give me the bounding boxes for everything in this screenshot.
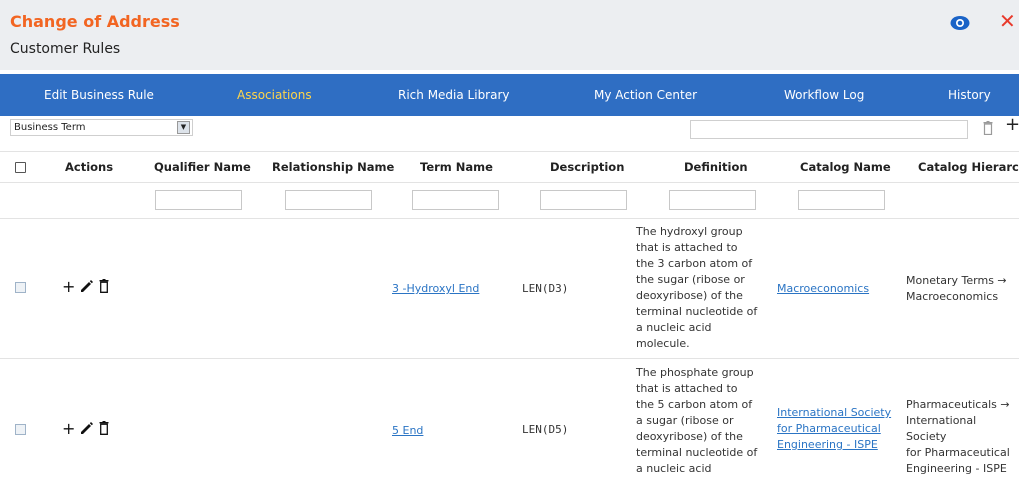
plus-icon[interactable]: + (62, 279, 75, 295)
qualifier-name-filter[interactable] (155, 190, 242, 210)
pencil-icon[interactable] (80, 280, 93, 293)
column-header-catalog-hierarchy[interactable]: Catalog Hierarchy (918, 160, 1019, 174)
tab-workflow-log[interactable]: Workflow Log (784, 74, 864, 116)
chevron-down-icon[interactable]: ▼ (177, 121, 190, 134)
tab-my-action-center[interactable]: My Action Center (594, 74, 697, 116)
trash-icon[interactable] (99, 279, 109, 293)
definition-value: The phosphate group that is attached to … (636, 366, 758, 475)
column-header-term-name[interactable]: Term Name (420, 160, 493, 174)
search-input[interactable] (690, 120, 968, 139)
catalog-name-filter[interactable] (798, 190, 885, 210)
catalog-name-link[interactable]: Macroeconomics (777, 281, 869, 297)
close-icon[interactable]: ✕ (999, 11, 1016, 31)
page-title: Change of Address (10, 12, 180, 31)
column-header-actions: Actions (65, 160, 114, 174)
add-association-button[interactable]: + (1005, 115, 1019, 135)
tab-bar: Edit Business Rule Associations Rich Med… (0, 74, 1019, 116)
column-header-relationship-name[interactable]: Relationship Name (272, 160, 394, 174)
row-checkbox[interactable] (15, 424, 26, 435)
description-value: LEN(D5) (522, 423, 569, 436)
divider (0, 151, 1019, 152)
tab-associations[interactable]: Associations (237, 74, 312, 116)
tab-history[interactable]: History (948, 74, 991, 116)
definition-filter[interactable] (669, 190, 756, 210)
eye-icon[interactable] (950, 15, 970, 31)
relationship-name-filter[interactable] (285, 190, 372, 210)
column-header-catalog-name[interactable]: Catalog Name (800, 160, 891, 174)
column-header-qualifier-name[interactable]: Qualifier Name (154, 160, 251, 174)
tab-rich-media-library[interactable]: Rich Media Library (398, 74, 510, 116)
select-all-checkbox[interactable] (15, 162, 26, 173)
plus-icon[interactable]: + (62, 421, 75, 437)
column-header-definition[interactable]: Definition (684, 160, 748, 174)
divider (0, 358, 1019, 359)
catalog-hierarchy-value: Monetary Terms → Macroeconomics (906, 274, 1007, 303)
term-name-link[interactable]: 3 -Hydroxyl End (392, 281, 479, 297)
description-value: LEN(D3) (522, 282, 569, 295)
association-type-value: Business Term (14, 122, 86, 133)
description-filter[interactable] (540, 190, 627, 210)
trash-icon[interactable] (99, 421, 109, 435)
term-name-filter[interactable] (412, 190, 499, 210)
catalog-hierarchy-value: Pharmaceuticals → International Society … (906, 398, 1010, 475)
trash-icon[interactable] (983, 121, 993, 135)
row-checkbox[interactable] (15, 282, 26, 293)
catalog-name-link[interactable]: International Society for Pharmaceutical… (777, 405, 891, 453)
pencil-icon[interactable] (80, 422, 93, 435)
association-type-select[interactable]: Business Term ▼ (10, 119, 193, 136)
plus-icon: + (1005, 114, 1019, 135)
tab-edit-business-rule[interactable]: Edit Business Rule (44, 74, 154, 116)
definition-value: The hydroxyl group that is attached to t… (636, 225, 758, 350)
divider (0, 182, 1019, 183)
divider (0, 218, 1019, 219)
page-header: Change of Address Customer Rules ✕ (0, 0, 1019, 70)
column-header-description[interactable]: Description (550, 160, 624, 174)
page-subtitle: Customer Rules (10, 41, 121, 57)
term-name-link[interactable]: 5 End (392, 423, 423, 439)
